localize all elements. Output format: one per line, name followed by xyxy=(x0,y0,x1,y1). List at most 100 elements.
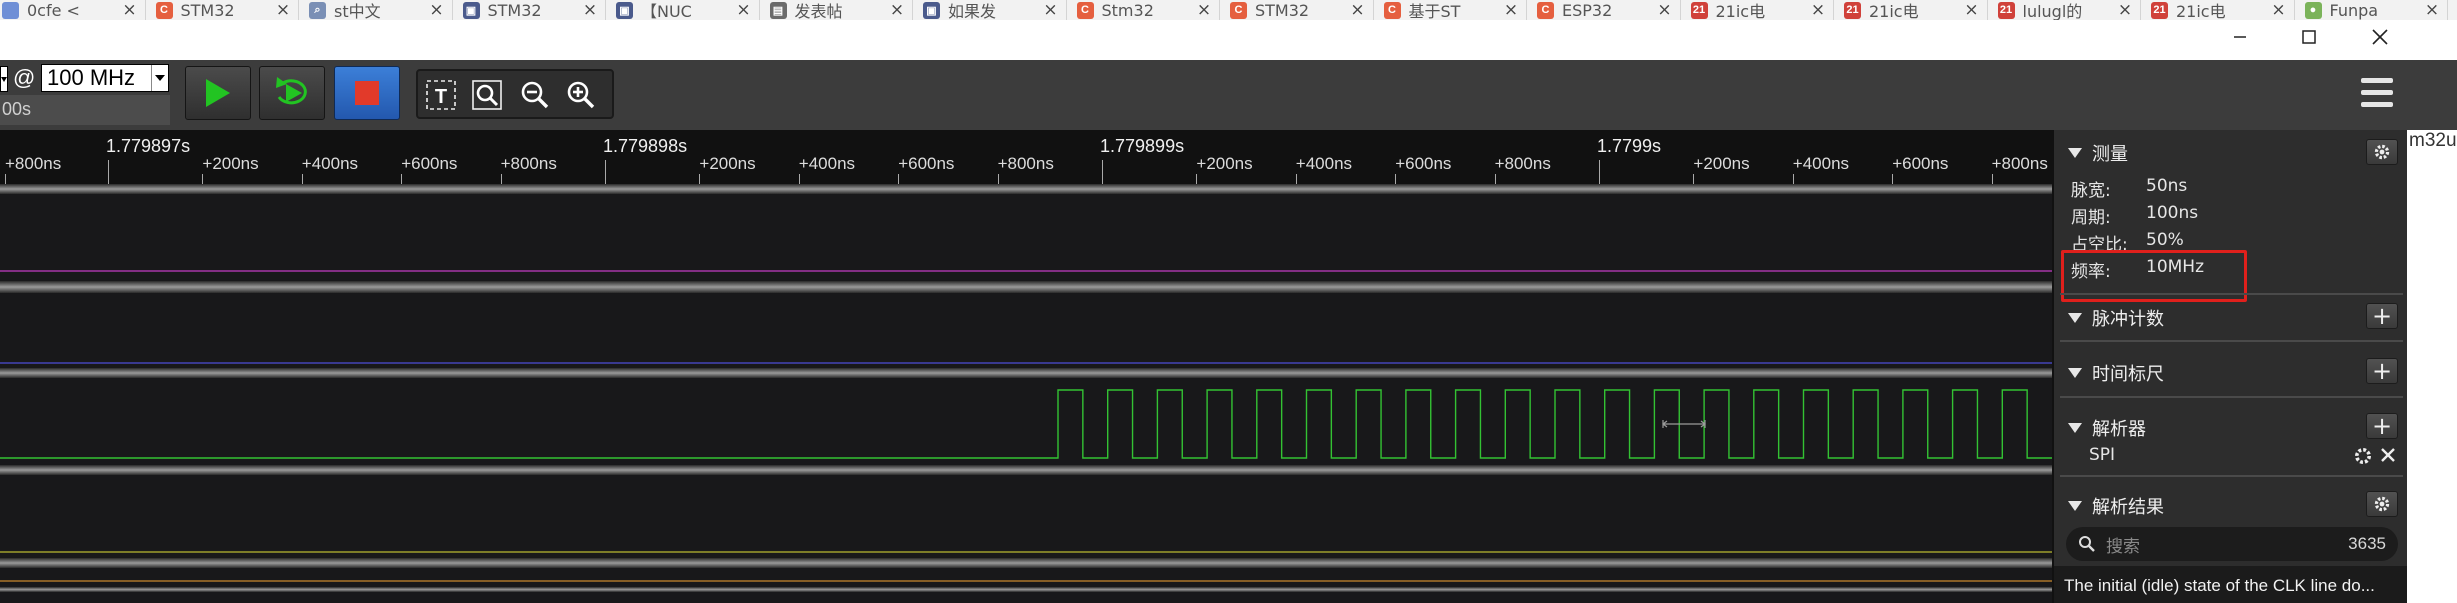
21ic-icon: 21 xyxy=(1997,1,2015,19)
close-window-button[interactable] xyxy=(2357,20,2403,54)
measure-section-header[interactable]: 测量 xyxy=(2068,140,2128,166)
view-tools-group: T xyxy=(416,69,614,119)
tab-close-icon[interactable]: × xyxy=(1656,1,1674,19)
tab-close-icon[interactable]: × xyxy=(581,1,599,19)
start-button[interactable] xyxy=(185,66,251,120)
background-page-text: m32u xyxy=(2409,130,2457,151)
sample-rate-value: 100 MHz xyxy=(47,65,136,90)
gear-icon xyxy=(2374,144,2390,160)
browser-tab[interactable]: ▣ 如果发 × xyxy=(913,0,1067,20)
sample-count-select[interactable] xyxy=(0,66,8,92)
chevron-down-icon xyxy=(1,77,7,82)
time-ruler: +800ns 1.779897s +200ns +400ns +600ns +800ns 1… xyxy=(0,130,2052,184)
browser-tab[interactable]: 21 lulugl的 × xyxy=(1988,0,2141,20)
ruler-minor-label: +800ns xyxy=(1494,154,1551,173)
analyzer-section-header[interactable]: 解析器 xyxy=(2068,415,2146,441)
maximize-button[interactable] xyxy=(2286,20,2332,54)
repeat-run-button[interactable] xyxy=(259,66,325,120)
duration-field[interactable]: 00s xyxy=(0,95,170,125)
browser-tab[interactable]: C ESP32 × xyxy=(1527,0,1681,20)
21ic-icon: 21 xyxy=(1844,1,1861,19)
results-section-header[interactable]: 解析结果 xyxy=(2068,493,2164,519)
browser-tab[interactable]: ▣ 【NUC × xyxy=(606,0,760,20)
duty-cycle-value: 50% xyxy=(2146,230,2184,250)
browser-tab[interactable]: 21 21ic电 × xyxy=(1834,0,1988,20)
browser-tab[interactable]: 0cfe < × xyxy=(0,0,146,20)
add-pulse-count-button[interactable]: + xyxy=(2366,303,2398,329)
tab-close-icon[interactable]: × xyxy=(121,1,139,19)
ruler-major-label: 1.7799s xyxy=(1597,136,1662,156)
channel-separator xyxy=(0,184,2052,194)
analyzer-settings-button[interactable] xyxy=(2353,446,2373,466)
browser-tab[interactable]: C STM32 × xyxy=(146,0,299,20)
tab-close-icon[interactable]: × xyxy=(274,1,292,19)
ruler-tick xyxy=(699,174,701,184)
21ic-icon: 21 xyxy=(2151,1,2168,19)
channel-separator xyxy=(0,368,2052,378)
browser-tab[interactable]: ● Funpa × xyxy=(2295,0,2448,20)
browser-tab[interactable]: ▤ 发表帖 × xyxy=(760,0,913,20)
ruler-tick xyxy=(1102,160,1103,184)
ruler-minor-label: +600ns xyxy=(401,154,458,173)
tab-close-icon[interactable]: × xyxy=(735,1,753,19)
browser-tab[interactable]: 21 21ic电 × xyxy=(1681,0,1834,20)
results-search-box[interactable]: 搜索 3635 xyxy=(2066,527,2398,561)
add-timing-marker-button[interactable]: + xyxy=(2366,358,2398,384)
tab-close-icon[interactable]: × xyxy=(888,1,906,19)
browser-tab[interactable]: ▣ STM32 × xyxy=(453,0,606,20)
tab-close-icon[interactable]: × xyxy=(1042,1,1060,19)
measure-settings-button[interactable] xyxy=(2366,139,2398,165)
plus-icon: + xyxy=(2371,357,2393,385)
main-menu-button[interactable] xyxy=(2360,75,2394,111)
tab-close-icon[interactable]: × xyxy=(428,1,446,19)
ruler-tick xyxy=(605,160,606,184)
sample-rate-dropdown-arrow[interactable] xyxy=(151,65,168,91)
timing-marker-section-header[interactable]: 时间标尺 xyxy=(2068,360,2164,386)
ruler-tick xyxy=(997,174,999,184)
browser-tab[interactable]: 21 21ic电 × xyxy=(2141,0,2295,20)
remove-analyzer-button[interactable] xyxy=(2380,447,2398,465)
ruler-tick xyxy=(108,160,109,184)
tab-close-icon[interactable]: × xyxy=(2116,1,2134,19)
csdn-icon: C xyxy=(1076,1,1094,19)
tab-close-icon[interactable]: × xyxy=(1963,1,1981,19)
zoom-fit-button[interactable] xyxy=(470,78,504,112)
zoom-in-button[interactable] xyxy=(564,78,598,112)
browser-tab[interactable]: C Stm32 × xyxy=(1067,0,1220,20)
tab-close-icon[interactable]: × xyxy=(1195,1,1213,19)
browser-tab[interactable]: ⌕ st中文 × xyxy=(299,0,453,20)
channel-separator xyxy=(0,558,2052,568)
results-list[interactable]: The initial (idle) state of the CLK line… xyxy=(2054,566,2407,603)
close-icon xyxy=(2372,29,2388,45)
stop-button[interactable] xyxy=(334,66,400,120)
ruler-minor-label: +400ns xyxy=(798,154,856,173)
ruler-minor-label: +600ns xyxy=(1892,154,1949,173)
tab-close-icon[interactable]: × xyxy=(1349,1,1367,19)
tab-close-icon[interactable]: × xyxy=(1809,1,1827,19)
csdn-icon: C xyxy=(155,1,173,19)
zoom-out-button[interactable] xyxy=(518,78,552,112)
results-settings-button[interactable] xyxy=(2366,491,2398,517)
text-cursor-button[interactable]: T xyxy=(424,78,458,112)
result-row-message[interactable]: The initial (idle) state of the CLK line… xyxy=(2064,576,2375,596)
analyzer-item-spi[interactable]: SPI xyxy=(2089,445,2115,465)
tab-close-icon[interactable]: × xyxy=(2423,1,2441,19)
collapse-triangle-icon xyxy=(2068,501,2082,511)
browser-tab-label: 基于ST xyxy=(1408,2,1461,21)
ruler-major-label: 1.779899s xyxy=(1100,136,1185,156)
waveform-area[interactable] xyxy=(0,184,2052,603)
browser-tab-label: 21ic电 xyxy=(2176,2,2226,21)
browser-tab[interactable]: C STM32 × xyxy=(1220,0,1374,20)
zoom-fit-icon xyxy=(472,80,502,110)
tab-close-icon[interactable]: × xyxy=(1502,1,1520,19)
add-analyzer-button[interactable]: + xyxy=(2366,413,2398,439)
waveform-canvas xyxy=(0,184,2052,592)
tab-close-icon[interactable]: × xyxy=(2270,1,2288,19)
section-divider xyxy=(2060,396,2403,398)
sample-rate-select[interactable]: 100 MHz xyxy=(41,64,169,92)
ruler-tick xyxy=(1792,174,1794,184)
ruler-tick xyxy=(1395,174,1397,184)
pulse-count-section-header[interactable]: 脉冲计数 xyxy=(2068,305,2164,331)
browser-tab[interactable]: C 基于ST × xyxy=(1374,0,1527,21)
minimize-button[interactable] xyxy=(2217,20,2263,54)
